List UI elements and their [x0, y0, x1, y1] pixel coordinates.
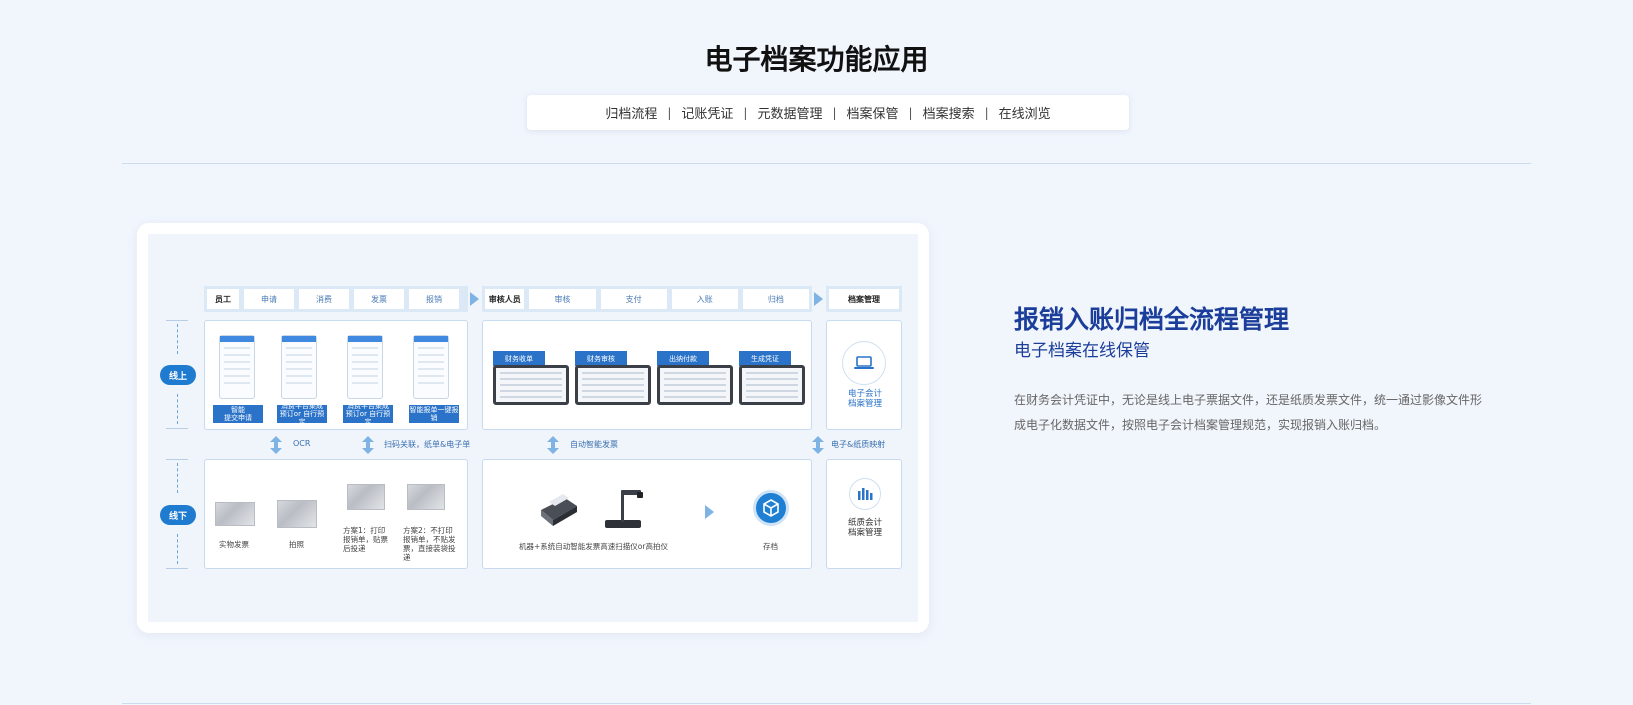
- tab-separator: |: [984, 105, 989, 120]
- step-label: 消费平台集成 预订or 自行预定: [277, 402, 327, 426]
- ocr-label: OCR: [293, 439, 311, 448]
- tab-voucher[interactable]: 记账凭证: [679, 103, 735, 122]
- tab-online-browse[interactable]: 在线浏览: [997, 103, 1053, 122]
- lane-online-pill: 线上: [160, 365, 196, 385]
- step-label: 消费平台集成 预订or 自行预定: [343, 402, 393, 426]
- arrow-right-icon: [705, 505, 714, 519]
- lane-dashed-line: [177, 534, 178, 564]
- box-icon: [753, 490, 789, 526]
- header-step: 入账: [671, 289, 738, 309]
- tablet-screenshot: [739, 365, 805, 405]
- tab-metadata[interactable]: 元数据管理: [755, 103, 824, 122]
- tablet-screenshot: [657, 365, 733, 405]
- tablet-screenshot: [493, 365, 569, 405]
- tab-storage[interactable]: 档案保管: [845, 103, 901, 122]
- bar-chart-icon: [849, 478, 881, 510]
- online-employee-box: 智能 提交申请 消费平台集成 预订or 自行预定 消费平台集成 预订or 自行预…: [204, 320, 468, 430]
- header-step: 报销: [409, 289, 459, 309]
- online-archive-label: 电子会计 档案管理: [847, 389, 882, 409]
- mapping-label: 电子&纸质映射: [831, 440, 886, 449]
- lane-divider: [166, 568, 188, 569]
- phone-screenshot: [281, 335, 317, 399]
- online-archive-box: 电子会计 档案管理: [826, 320, 902, 430]
- section-subtitle: 电子档案在线保管: [1014, 341, 1150, 361]
- double-arrow-icon: [362, 436, 374, 454]
- tab-search[interactable]: 档案搜索: [921, 103, 977, 122]
- header-step: 审核: [529, 289, 596, 309]
- offline-archive-box: 纸质会计 档案管理: [826, 459, 902, 569]
- header-step: 归档: [742, 289, 809, 309]
- reviewer-tag: 生成凭证: [739, 351, 791, 366]
- lane-dashed-line: [177, 324, 178, 354]
- online-reviewer-box: 财务收单 财务审核 出纳付款 生成凭证: [482, 320, 812, 430]
- tablet-screenshot: [575, 365, 651, 405]
- plan2-photo: [407, 484, 445, 510]
- header-step: 发票: [354, 289, 404, 309]
- plan1-label: 方案1：打印 报销单，贴票 后投递: [343, 526, 388, 553]
- header-step: 消费: [299, 289, 349, 309]
- flow-diagram: 员工 申请 消费 发票 报销 审核人员 审核 支付 入账 归档 档案管理 线上 …: [148, 234, 918, 622]
- invoice-photo: [215, 502, 255, 526]
- lane-dashed-line: [177, 394, 178, 424]
- header-reviewer: 审核人员: [485, 289, 525, 309]
- phone-screenshot: [347, 335, 383, 399]
- section-title: 报销入账归档全流程管理: [1014, 305, 1290, 334]
- tab-separator: |: [667, 105, 672, 120]
- double-arrow-icon: [812, 436, 824, 454]
- tab-separator: |: [832, 105, 837, 120]
- lane-divider: [166, 428, 188, 429]
- photo-label: 拍照: [289, 540, 304, 549]
- tab-archive-flow[interactable]: 归档流程: [603, 103, 659, 122]
- divider-bottom: [122, 703, 1531, 704]
- double-arrow-icon: [547, 436, 559, 454]
- header-step: 支付: [600, 289, 667, 309]
- section-description: 在财务会计凭证中，无论是线上电子票据文件，还是纸质发票文件，统一通过影像文件形成…: [1014, 393, 1483, 432]
- arrow-right-icon: [470, 292, 479, 306]
- lane-offline-pill: 线下: [160, 505, 196, 525]
- arrow-right-icon: [814, 292, 823, 306]
- phone-screenshot: [219, 335, 255, 399]
- paper-archive-label: 纸质会计 档案管理: [847, 518, 882, 538]
- function-tabs: 归档流程 | 记账凭证 | 元数据管理 | 档案保管 | 档案搜索 | 在线浏览: [527, 95, 1129, 130]
- step-label: 智能报单一键报 销: [409, 405, 459, 423]
- physical-invoice-label: 实物发票: [219, 540, 249, 549]
- header-step: 申请: [244, 289, 294, 309]
- diagram-card: 员工 申请 消费 发票 报销 审核人员 审核 支付 入账 归档 档案管理 线上 …: [137, 223, 929, 633]
- offline-employee-box: 实物发票 拍照 方案1：打印 报销单，贴票 后投递 方案2：不打印 报销单，不贴…: [204, 459, 468, 569]
- double-arrow-icon: [270, 436, 282, 454]
- header-archive-row: 档案管理: [826, 286, 902, 312]
- auto-scan-label: 自动智能发票: [570, 440, 618, 449]
- phone-screenshot: [413, 335, 449, 399]
- header-reviewer-row: 审核人员 审核 支付 入账 归档: [482, 286, 812, 312]
- lane-dashed-line: [177, 463, 178, 493]
- store-label: 存档: [763, 542, 778, 551]
- lane-divider: [166, 320, 188, 321]
- reviewer-tag: 财务审核: [575, 351, 627, 366]
- laptop-icon: [842, 341, 886, 385]
- header-employee: 员工: [207, 289, 239, 309]
- divider-top: [122, 163, 1531, 164]
- scanner-image: [541, 494, 577, 526]
- tab-separator: |: [908, 105, 913, 120]
- page-title: 电子档案功能应用: [704, 43, 929, 76]
- document-camera-image: [605, 490, 643, 528]
- plan2-label: 方案2：不打印 报销单，不贴发 票，直接装袋投 递: [403, 526, 456, 562]
- plan1-photo: [347, 484, 385, 510]
- header-employee-row: 员工 申请 消费 发票 报销: [204, 286, 468, 312]
- photo-image: [277, 500, 317, 528]
- lane-divider: [166, 459, 188, 460]
- step-label: 智能 提交申请: [213, 405, 263, 423]
- offline-reviewer-box: 机器+系统自动智能发票高速扫描仪or高拍仪 存档: [482, 459, 812, 569]
- reviewer-tag: 财务收单: [493, 351, 545, 366]
- reviewer-tag: 出纳付款: [657, 351, 709, 366]
- header-archive: 档案管理: [829, 289, 899, 309]
- tab-separator: |: [743, 105, 748, 120]
- scanner-label: 机器+系统自动智能发票高速扫描仪or高拍仪: [519, 542, 668, 551]
- scan-link-label: 扫码关联，纸单&电子单: [384, 440, 471, 449]
